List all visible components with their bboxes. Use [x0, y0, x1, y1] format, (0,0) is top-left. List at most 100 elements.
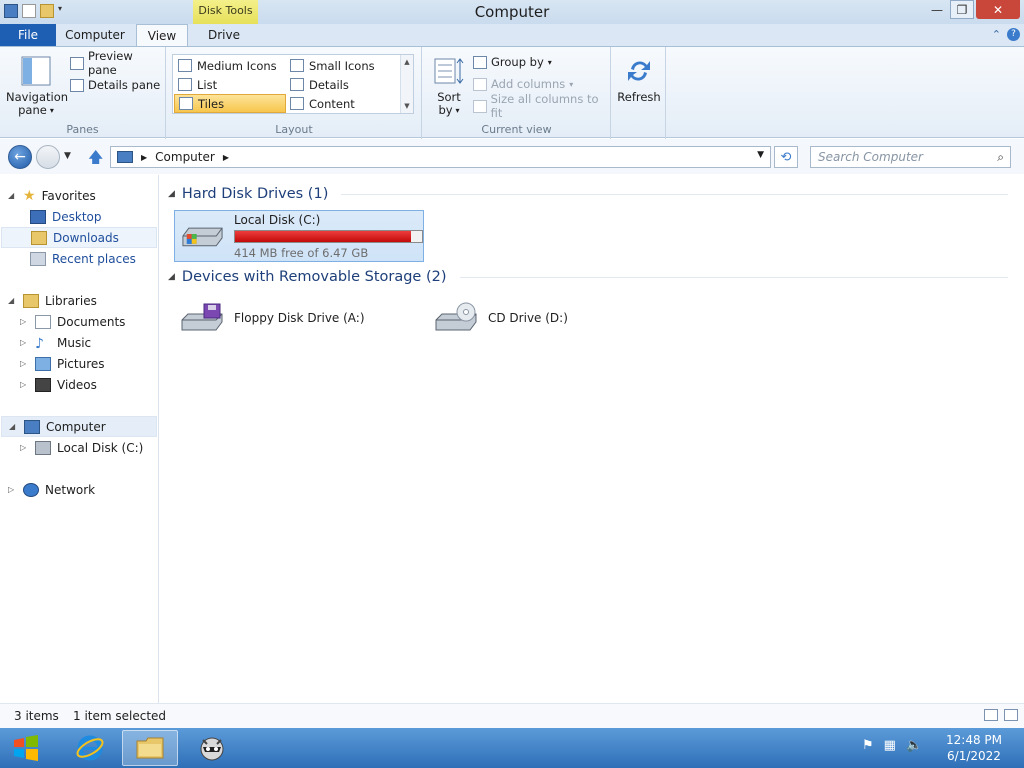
address-refresh-button[interactable]: ⟲ [774, 146, 798, 168]
details-view-icon[interactable] [984, 709, 998, 721]
large-icons-view-icon[interactable] [1004, 709, 1018, 721]
section-header-removable[interactable]: ◢ Devices with Removable Storage (2) [168, 269, 1008, 285]
taskbar-app[interactable] [184, 730, 240, 766]
collapse-arrow-icon[interactable]: ▷ [20, 443, 29, 452]
nav-recent-places[interactable]: Recent places [30, 248, 136, 269]
address-bar[interactable]: ▶ Computer ▶ ▼ [110, 146, 771, 168]
add-columns-button[interactable]: Add columns ▾ [473, 75, 573, 93]
taskbar-file-explorer[interactable] [122, 730, 178, 766]
clock[interactable]: 12:48 PM 6/1/2022 [930, 732, 1018, 764]
title-bar: ▾ Disk Tools Computer — ❐ ✕ [0, 0, 1024, 24]
minimize-ribbon-icon[interactable]: ⌃ [992, 28, 1001, 41]
collapse-arrow-icon[interactable]: ▷ [20, 380, 29, 389]
network-icon[interactable]: ▦ [884, 738, 896, 753]
drive-tile-cd[interactable]: CD Drive (D:) [428, 292, 678, 344]
ribbon: Navigation pane ▾ Preview pane Details pa… [0, 46, 1024, 139]
preview-pane-button[interactable]: Preview pane [70, 49, 165, 77]
expand-arrow-icon[interactable]: ◢ [8, 191, 17, 200]
tab-file[interactable]: File [0, 24, 56, 46]
nav-desktop[interactable]: Desktop [30, 206, 102, 227]
music-icon: ♪ [35, 335, 44, 352]
recent-locations-chevron-icon[interactable]: ▼ [64, 151, 71, 161]
layout-item-label: List [197, 77, 218, 92]
forward-button[interactable] [36, 145, 60, 169]
layout-small-icons[interactable]: Small Icons [286, 56, 398, 75]
expand-arrow-icon[interactable]: ◢ [9, 422, 18, 431]
tab-view[interactable]: View [136, 24, 188, 47]
section-divider [459, 276, 1008, 278]
minimize-button[interactable]: — [926, 0, 948, 19]
volume-muted-icon[interactable]: 🔈 [906, 738, 922, 753]
layout-details[interactable]: Details [286, 75, 398, 94]
start-button[interactable] [8, 732, 44, 764]
nav-computer[interactable]: ◢ Computer [1, 416, 157, 437]
size-all-columns-button[interactable]: Size all columns to fit [473, 92, 610, 120]
clock-date: 6/1/2022 [947, 749, 1001, 763]
breadcrumb-chevron-icon[interactable]: ▶ [223, 153, 229, 162]
nav-downloads[interactable]: Downloads [1, 227, 157, 248]
collapse-arrow-icon[interactable]: ▷ [20, 317, 29, 326]
nav-documents[interactable]: ▷ Documents [20, 311, 125, 332]
help-icon[interactable]: ? [1007, 28, 1020, 41]
medium-icons-icon [178, 59, 192, 72]
details-pane-button[interactable]: Details pane [70, 76, 160, 94]
scroll-up-icon[interactable]: ▲ [404, 58, 409, 66]
collapse-arrow-icon[interactable]: ▷ [20, 338, 29, 347]
computer-icon [24, 419, 40, 434]
layout-scroll[interactable]: ▲ ▼ [400, 55, 413, 113]
star-icon: ★ [23, 187, 36, 204]
folder-icon [136, 737, 164, 759]
add-columns-icon [473, 77, 487, 91]
network-icon [23, 482, 39, 497]
navigation-pane: ◢ ★ Favorites Desktop Downloads Recent p… [0, 175, 159, 703]
collapse-group-icon[interactable]: ◢ [168, 272, 175, 282]
taskbar-internet-explorer[interactable] [62, 730, 118, 766]
drive-tile-floppy[interactable]: Floppy Disk Drive (A:) [174, 292, 424, 344]
maximize-button[interactable]: ❐ [950, 0, 974, 19]
layout-list[interactable]: List [174, 75, 286, 94]
navigation-pane-button[interactable]: Navigation pane ▾ [6, 55, 68, 117]
nav-network[interactable]: ▷ Network [8, 479, 95, 500]
section-title: Hard Disk Drives (1) [181, 186, 329, 202]
search-input[interactable]: Search Computer ⌕ [810, 146, 1011, 168]
navigation-pane-icon [21, 56, 51, 86]
nav-pictures[interactable]: ▷ Pictures [20, 353, 105, 374]
breadcrumb-computer[interactable]: Computer [155, 150, 215, 164]
address-dropdown-icon[interactable]: ▼ [757, 150, 764, 160]
layout-tiles[interactable]: Tiles [174, 94, 286, 113]
action-center-flag-icon[interactable]: ⚑ [862, 738, 874, 753]
collapse-group-icon[interactable]: ◢ [168, 189, 175, 199]
nav-music[interactable]: ▷ ♪ Music [20, 332, 91, 353]
breadcrumb-chevron-icon[interactable]: ▶ [141, 153, 147, 162]
preview-pane-icon [70, 56, 84, 70]
nav-local-disk[interactable]: ▷ Local Disk (C:) [20, 437, 143, 458]
sort-by-button[interactable]: Sort by ▾ [431, 55, 467, 117]
group-by-button[interactable]: Group by ▾ [473, 53, 552, 71]
nav-videos[interactable]: ▷ Videos [20, 374, 97, 395]
nav-label: Network [45, 482, 96, 497]
ribbon-controls: ⌃ ? [992, 28, 1020, 41]
cd-drive-icon [435, 302, 477, 331]
search-icon[interactable]: ⌕ [997, 150, 1004, 165]
collapse-arrow-icon[interactable]: ▷ [8, 485, 17, 494]
tab-computer[interactable]: Computer [60, 24, 130, 46]
arrow-up-icon: 🡅 [88, 148, 104, 166]
layout-medium-icons[interactable]: Medium Icons [174, 56, 286, 75]
collapse-arrow-icon[interactable]: ▷ [20, 359, 29, 368]
tab-drive[interactable]: Drive [198, 24, 250, 46]
nav-favorites[interactable]: ◢ ★ Favorites [8, 185, 96, 206]
status-item-count: 3 items [14, 709, 59, 723]
scroll-down-icon[interactable]: ▼ [404, 102, 409, 110]
drive-tile-local-disk[interactable]: Local Disk (C:) 414 MB free of 6.47 GB [174, 210, 424, 262]
group-refresh: Refresh [612, 47, 666, 139]
nav-libraries[interactable]: ◢ Libraries [8, 290, 97, 311]
close-button[interactable]: ✕ [976, 0, 1020, 19]
chevron-down-icon: ▾ [547, 57, 552, 67]
refresh-button[interactable]: Refresh [616, 55, 662, 104]
layout-item-label: Details [309, 77, 349, 92]
back-button[interactable]: ← [8, 145, 32, 169]
section-header-hard-disks[interactable]: ◢ Hard Disk Drives (1) [168, 186, 1008, 202]
layout-content[interactable]: Content [286, 94, 398, 113]
expand-arrow-icon[interactable]: ◢ [8, 296, 17, 305]
up-button[interactable]: 🡅 [88, 147, 103, 172]
